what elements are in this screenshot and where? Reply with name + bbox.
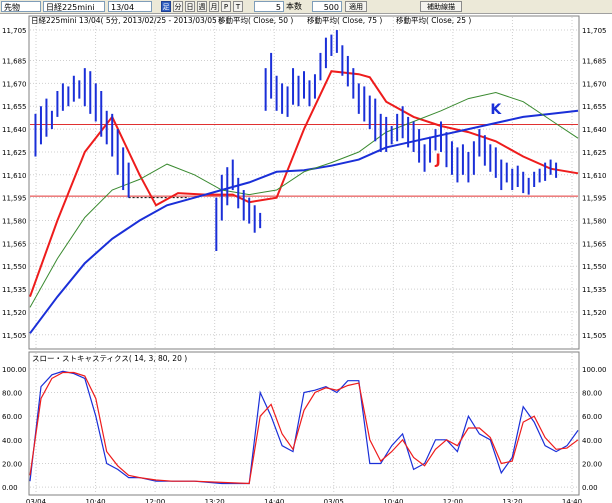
price-y-tick-left: 11,565	[2, 240, 27, 248]
stoch-y-tick-right: 0.00	[582, 484, 598, 492]
stoch-y-tick-right: 20.00	[582, 460, 602, 468]
price-y-tick-right: 11,550	[582, 263, 607, 271]
price-y-tick-right: 11,520	[582, 309, 607, 317]
price-y-tick-left: 11,685	[2, 58, 27, 66]
x-tick-label: 03/04	[26, 498, 47, 503]
price-y-tick-right: 11,640	[582, 126, 607, 134]
interval-unit-label: 本数	[286, 2, 302, 11]
month-button[interactable]: 月	[209, 1, 219, 12]
price-y-tick-left: 11,505	[2, 332, 27, 340]
contract-select[interactable]: 13/04	[108, 1, 152, 12]
price-y-tick-left: 11,655	[2, 103, 27, 111]
price-y-tick-left: 11,550	[2, 263, 27, 271]
stoch-y-tick-left: 100.00	[2, 366, 27, 374]
p-button[interactable]: P	[221, 1, 231, 12]
stoch-panel	[28, 351, 580, 496]
chart-area: K J 11,505 11,505 11,520 11,520 11,535 11,535 1…	[2, 15, 607, 503]
price-y-tick-left: 11,520	[2, 309, 27, 317]
price-chart-title: 日経225mini 13/04( 5分, 2013/02/25 - 2013/0…	[31, 15, 222, 25]
price-panel	[28, 15, 580, 350]
price-y-tick-left: 11,535	[2, 286, 27, 294]
price-y-tick-right: 11,655	[582, 103, 607, 111]
stoch-y-tick-left: 60.00	[2, 413, 22, 421]
price-y-tick-left: 11,625	[2, 149, 27, 157]
stoch-y-tick-right: 80.00	[582, 390, 602, 398]
stoch-y-tick-left: 0.00	[2, 484, 18, 492]
x-tick-label: 14:40	[562, 498, 582, 503]
interval-input[interactable]: 5	[254, 1, 284, 12]
x-tick-label: 12:00	[443, 498, 463, 503]
stoch-y-tick-right: 40.00	[582, 437, 602, 445]
price-y-tick-left: 11,705	[2, 27, 27, 35]
x-tick-label: 14:40	[264, 498, 284, 503]
x-tick-label: 12:00	[145, 498, 165, 503]
stoch-y-tick-right: 100.00	[582, 366, 607, 374]
x-tick-label: 10:40	[383, 498, 403, 503]
price-y-tick-right: 11,595	[582, 195, 607, 203]
annotation-label: J	[435, 152, 441, 168]
price-y-tick-right: 11,565	[582, 240, 607, 248]
price-y-tick-right: 11,685	[582, 58, 607, 66]
stoch-y-tick-left: 20.00	[2, 460, 22, 468]
toolbar: 先物 日経225mini 13/04 足 分 日 週 月 P T 5 本数 50…	[0, 0, 612, 14]
x-tick-label: 03/05	[324, 498, 344, 503]
count-input[interactable]: 500	[312, 1, 342, 12]
apply-button[interactable]: 適用	[345, 1, 367, 12]
stoch-y-tick-left: 80.00	[2, 390, 22, 398]
annotation-label: K	[490, 102, 502, 118]
x-tick-label: 10:40	[85, 498, 105, 503]
stoch-chart-title: スロー・ストキャスティクス( 14, 3, 80, 20 )	[32, 354, 187, 363]
price-y-tick-right: 11,580	[582, 218, 607, 226]
bar-button[interactable]: 足	[161, 1, 171, 12]
instrument-select[interactable]: 日経225mini	[43, 1, 105, 12]
price-y-tick-right: 11,610	[582, 172, 607, 180]
price-y-tick-left: 11,595	[2, 195, 27, 203]
stoch-y-tick-left: 40.00	[2, 437, 22, 445]
trendline-button[interactable]: 補助線描	[420, 1, 462, 12]
minute-button[interactable]: 分	[173, 1, 183, 12]
price-y-tick-right: 11,535	[582, 286, 607, 294]
t-button[interactable]: T	[233, 1, 243, 12]
price-y-tick-right: 11,705	[582, 27, 607, 35]
stoch-y-tick-right: 60.00	[582, 413, 602, 421]
price-y-tick-right: 11,625	[582, 149, 607, 157]
price-y-tick-right: 11,505	[582, 332, 607, 340]
day-button[interactable]: 日	[185, 1, 195, 12]
ma25-label: 移動平均( Close, 25 )	[396, 15, 471, 25]
price-y-tick-left: 11,610	[2, 172, 27, 180]
week-button[interactable]: 週	[197, 1, 207, 12]
price-y-tick-right: 11,670	[582, 80, 607, 88]
ma75-label: 移動平均( Close, 75 )	[307, 15, 382, 25]
x-tick-label: 13:20	[502, 498, 522, 503]
price-y-tick-left: 11,670	[2, 80, 27, 88]
market-select[interactable]: 先物	[1, 1, 41, 12]
price-y-tick-left: 11,580	[2, 218, 27, 226]
price-y-tick-left: 11,640	[2, 126, 27, 134]
ma50-label: 移動平均( Close, 50 )	[218, 15, 293, 25]
x-tick-label: 13:20	[205, 498, 225, 503]
